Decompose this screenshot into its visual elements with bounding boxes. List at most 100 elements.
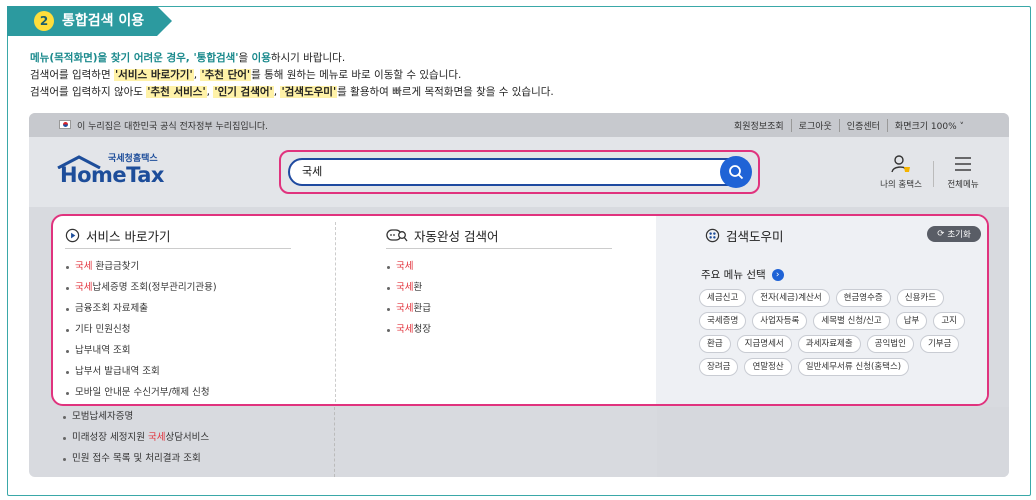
item-text: 납부내역 조회 — [75, 345, 131, 356]
item-text: 환 — [413, 282, 423, 293]
keyword-match: 국세 — [396, 303, 414, 314]
top-links: 회원정보조회 로그아웃 인증센터 화면크기 100% ˅ — [727, 119, 971, 132]
menu-tag[interactable]: 환급 — [699, 335, 731, 353]
menu-tag[interactable]: 지급명세서 — [736, 335, 792, 353]
item-text: 환급금찾기 — [92, 261, 140, 272]
item-text: 환급 — [413, 303, 431, 314]
menu-tag[interactable]: 국세증명 — [699, 312, 747, 330]
item-text: 청장 — [413, 324, 431, 335]
list-item[interactable]: 민원 접수 목록 및 처리결과 조회 — [62, 452, 209, 473]
member-info-link[interactable]: 회원정보조회 — [727, 119, 791, 132]
menu-tag[interactable]: 기부금 — [919, 335, 960, 353]
korea-flag-icon — [59, 120, 71, 129]
search-dropdown-highlight: 서비스 바로가기 국세 환급금찾기 국세납세증명 조회(정부관리기관용) 금융조… — [51, 214, 989, 406]
service-shortcut-header: 서비스 바로가기 — [65, 226, 170, 245]
list-item[interactable]: 납부서 발급내역 조회 — [65, 365, 217, 386]
gov-topbar: 이 누리집은 대한민국 공식 전자정부 누리집입니다. 회원정보조회 로그아웃 … — [29, 113, 1009, 137]
list-item[interactable]: 모범납세자증명 — [62, 410, 209, 431]
item-text: 기타 민원신청 — [75, 324, 131, 335]
desc-text: 검색어를 입력하면 — [30, 69, 114, 81]
list-item[interactable]: 국세환 — [386, 281, 431, 302]
keyword-match: 국세 — [396, 324, 414, 335]
menu-tag[interactable]: 사업자등록 — [752, 312, 808, 330]
desc-text: 메뉴(목적화면)을 찾기 어려운 경우, — [30, 52, 194, 64]
hometax-screenshot: 이 누리집은 대한민국 공식 전자정부 누리집입니다. 회원정보조회 로그아웃 … — [29, 113, 1009, 477]
search-highlight-box: 국세 — [279, 150, 760, 194]
search-helper-title: 검색도우미 — [726, 229, 784, 244]
all-menu-button[interactable]: 전체메뉴 — [941, 153, 985, 190]
item-text: 미래성장 세정지원 — [72, 432, 148, 443]
reset-button[interactable]: ⟳ 초기화 — [927, 226, 981, 242]
list-item[interactable]: 국세 — [386, 260, 431, 281]
item-text: 모바일 안내문 수신거부/해제 신청 — [75, 387, 210, 398]
desc-text: 하시기 바랍니다. — [270, 52, 346, 64]
description-line-1: 메뉴(목적화면)을 찾기 어려운 경우, '통합검색'을 이용하시기 바랍니다. — [30, 50, 554, 67]
menu-tag[interactable]: 공익법인 — [866, 335, 914, 353]
search-input[interactable]: 국세 — [288, 158, 750, 186]
desc-text: 이용 — [251, 52, 271, 64]
main-menu-text: 주요 메뉴 선택 — [701, 269, 766, 281]
user-bell-icon — [891, 155, 910, 173]
list-item[interactable]: 기타 민원신청 — [65, 323, 217, 344]
desc-text: 를 활용하여 빠르게 목적화면을 찾을 수 있습니다. — [337, 86, 554, 98]
list-item[interactable]: 국세납세증명 조회(정부관리기관용) — [65, 281, 217, 302]
menu-tag[interactable]: 세목별 신청/신고 — [813, 312, 890, 330]
autocomplete-title: 자동완성 검색어 — [414, 229, 499, 244]
description-line-2: 검색어를 입력하면 '서비스 바로가기', '추천 단어'를 통해 원하는 메뉴… — [30, 67, 554, 84]
zoom-link[interactable]: 화면크기 100% ˅ — [886, 119, 971, 132]
gov-notice: 이 누리집은 대한민국 공식 전자정부 누리집입니다. — [77, 122, 269, 132]
keyword-match: 국세 — [147, 432, 166, 443]
column-divider — [334, 407, 335, 477]
column-divider — [335, 222, 336, 402]
play-circle-icon — [65, 228, 80, 243]
menu-tag[interactable]: 납부 — [895, 312, 928, 330]
item-text: 민원 접수 목록 및 처리결과 조회 — [72, 453, 201, 464]
menu-tag[interactable]: 과세자료제출 — [797, 335, 861, 353]
autocomplete-list: 국세 국세환 국세환급 국세청장 — [386, 260, 431, 344]
cert-center-link[interactable]: 인증센터 — [838, 119, 887, 132]
my-hometax-button[interactable]: 나의 홈택스 — [876, 153, 926, 190]
search-chat-icon — [386, 229, 408, 242]
all-menu-label: 전체메뉴 — [947, 180, 979, 190]
desc-highlight: '서비스 바로가기' — [113, 69, 194, 81]
item-text: 납부서 발급내역 조회 — [75, 366, 160, 377]
list-item[interactable]: 미래성장 세정지원 국세상담서비스 — [62, 431, 209, 452]
menu-tag[interactable]: 장려금 — [699, 358, 739, 376]
desc-text: 검색어를 입력하지 않아도 — [30, 86, 147, 98]
my-hometax-label: 나의 홈택스 — [880, 180, 922, 190]
desc-highlight: '추천 서비스' — [146, 86, 207, 98]
menu-tag[interactable]: 고지 — [933, 312, 965, 330]
refresh-icon: ⟳ — [937, 229, 945, 239]
hometax-logo[interactable]: 국세청홈택스 HomeTax — [56, 151, 166, 191]
service-shortcut-title: 서비스 바로가기 — [86, 229, 171, 244]
search-icon — [729, 165, 744, 180]
desc-text: '통합검색' — [193, 52, 239, 64]
list-item[interactable]: 모바일 안내문 수신거부/해제 신청 — [65, 386, 217, 404]
header-rule — [386, 248, 612, 249]
reset-label: 초기화 — [947, 230, 971, 240]
list-item[interactable]: 국세 환급금찾기 — [65, 260, 217, 281]
menu-tag[interactable]: 일반세무서류 신청(홈택스) — [797, 358, 910, 376]
logout-link[interactable]: 로그아웃 — [790, 119, 839, 132]
item-text: 납세증명 조회(정부관리기관용) — [92, 282, 217, 293]
menu-tag[interactable]: 세금신고 — [699, 289, 747, 307]
search-helper-header: 검색도우미 — [705, 226, 784, 245]
menu-tag[interactable]: 신용카드 — [896, 289, 945, 307]
search-button[interactable] — [720, 156, 752, 188]
menu-tag[interactable]: 연말정산 — [744, 358, 792, 376]
service-shortcut-list: 국세 환급금찾기 국세납세증명 조회(정부관리기관용) 금융조회 자료제출 기타… — [65, 260, 217, 404]
list-item[interactable]: 금융조회 자료제출 — [65, 302, 217, 323]
header-divider — [933, 161, 934, 187]
list-item[interactable]: 국세환급 — [386, 302, 431, 323]
desc-text: 을 — [238, 52, 252, 64]
step-number-badge: 2 — [34, 11, 54, 31]
menu-tag[interactable]: 현금영수증 — [835, 289, 891, 307]
service-shortcut-more-list: 모범납세자증명 미래성장 세정지원 국세상담서비스 민원 접수 목록 및 처리결… — [62, 410, 209, 473]
list-item[interactable]: 국세청장 — [386, 323, 431, 344]
menu-tag[interactable]: 전자(세금)계산서 — [752, 289, 830, 307]
helper-column-background — [657, 407, 1009, 477]
site-header: 국세청홈택스 HomeTax 국세 나의 홈택스 전체메뉴 — [29, 137, 1009, 207]
list-item[interactable]: 납부내역 조회 — [65, 344, 217, 365]
chevron-right-icon[interactable]: › — [771, 268, 784, 281]
item-text: 모범납세자증명 — [72, 411, 134, 422]
